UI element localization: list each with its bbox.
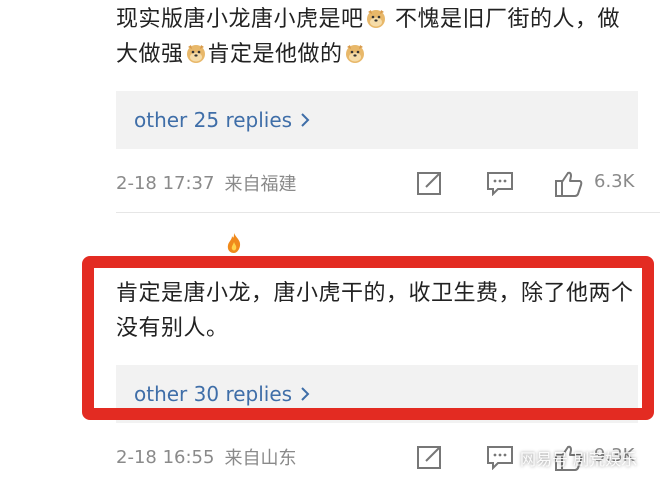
comment-icon[interactable]	[486, 444, 514, 470]
doge-face-icon	[345, 45, 364, 63]
share-icon[interactable]	[416, 444, 444, 470]
comment-divider	[116, 212, 660, 213]
comment-1-text-part3: 肯定是他做的	[207, 42, 343, 67]
comment-1-location: 来自福建	[224, 174, 297, 195]
fire-icon	[227, 233, 241, 253]
doge-face-icon	[366, 10, 385, 28]
share-icon[interactable]	[416, 170, 444, 196]
comment-1-text: 现实版唐小龙唐小虎是吧 不愧是旧厂街的人，做大做强 肯定是他做的	[116, 2, 636, 72]
comment-2-time: 2-18 16:55	[116, 446, 215, 468]
comment-1-like-count: 6.3K	[594, 171, 635, 192]
comment-1-meta: 2-18 17:37 来自福建 6.3K	[116, 168, 646, 198]
highlight-box	[82, 256, 654, 420]
comment-1-text-part1: 现实版唐小龙唐小虎是吧	[116, 7, 364, 32]
comment-icon[interactable]	[486, 170, 514, 196]
comment-2-location: 来自山东	[224, 448, 297, 469]
thumbs-up-icon[interactable]	[554, 170, 584, 198]
doge-face-icon	[186, 45, 205, 63]
comment-1-time: 2-18 17:37	[116, 172, 215, 194]
watermark: 网易号 剧荒娱乐	[520, 450, 638, 469]
comment-1-replies-label: other 25 replies	[134, 108, 293, 132]
comment-1-more-replies-button[interactable]: other 25 replies	[116, 91, 638, 149]
chevron-right-icon	[300, 112, 310, 128]
comment-thread: 现实版唐小龙唐小虎是吧 不愧是旧厂街的人，做大做强 肯定是他做的 other 25…	[0, 0, 660, 477]
